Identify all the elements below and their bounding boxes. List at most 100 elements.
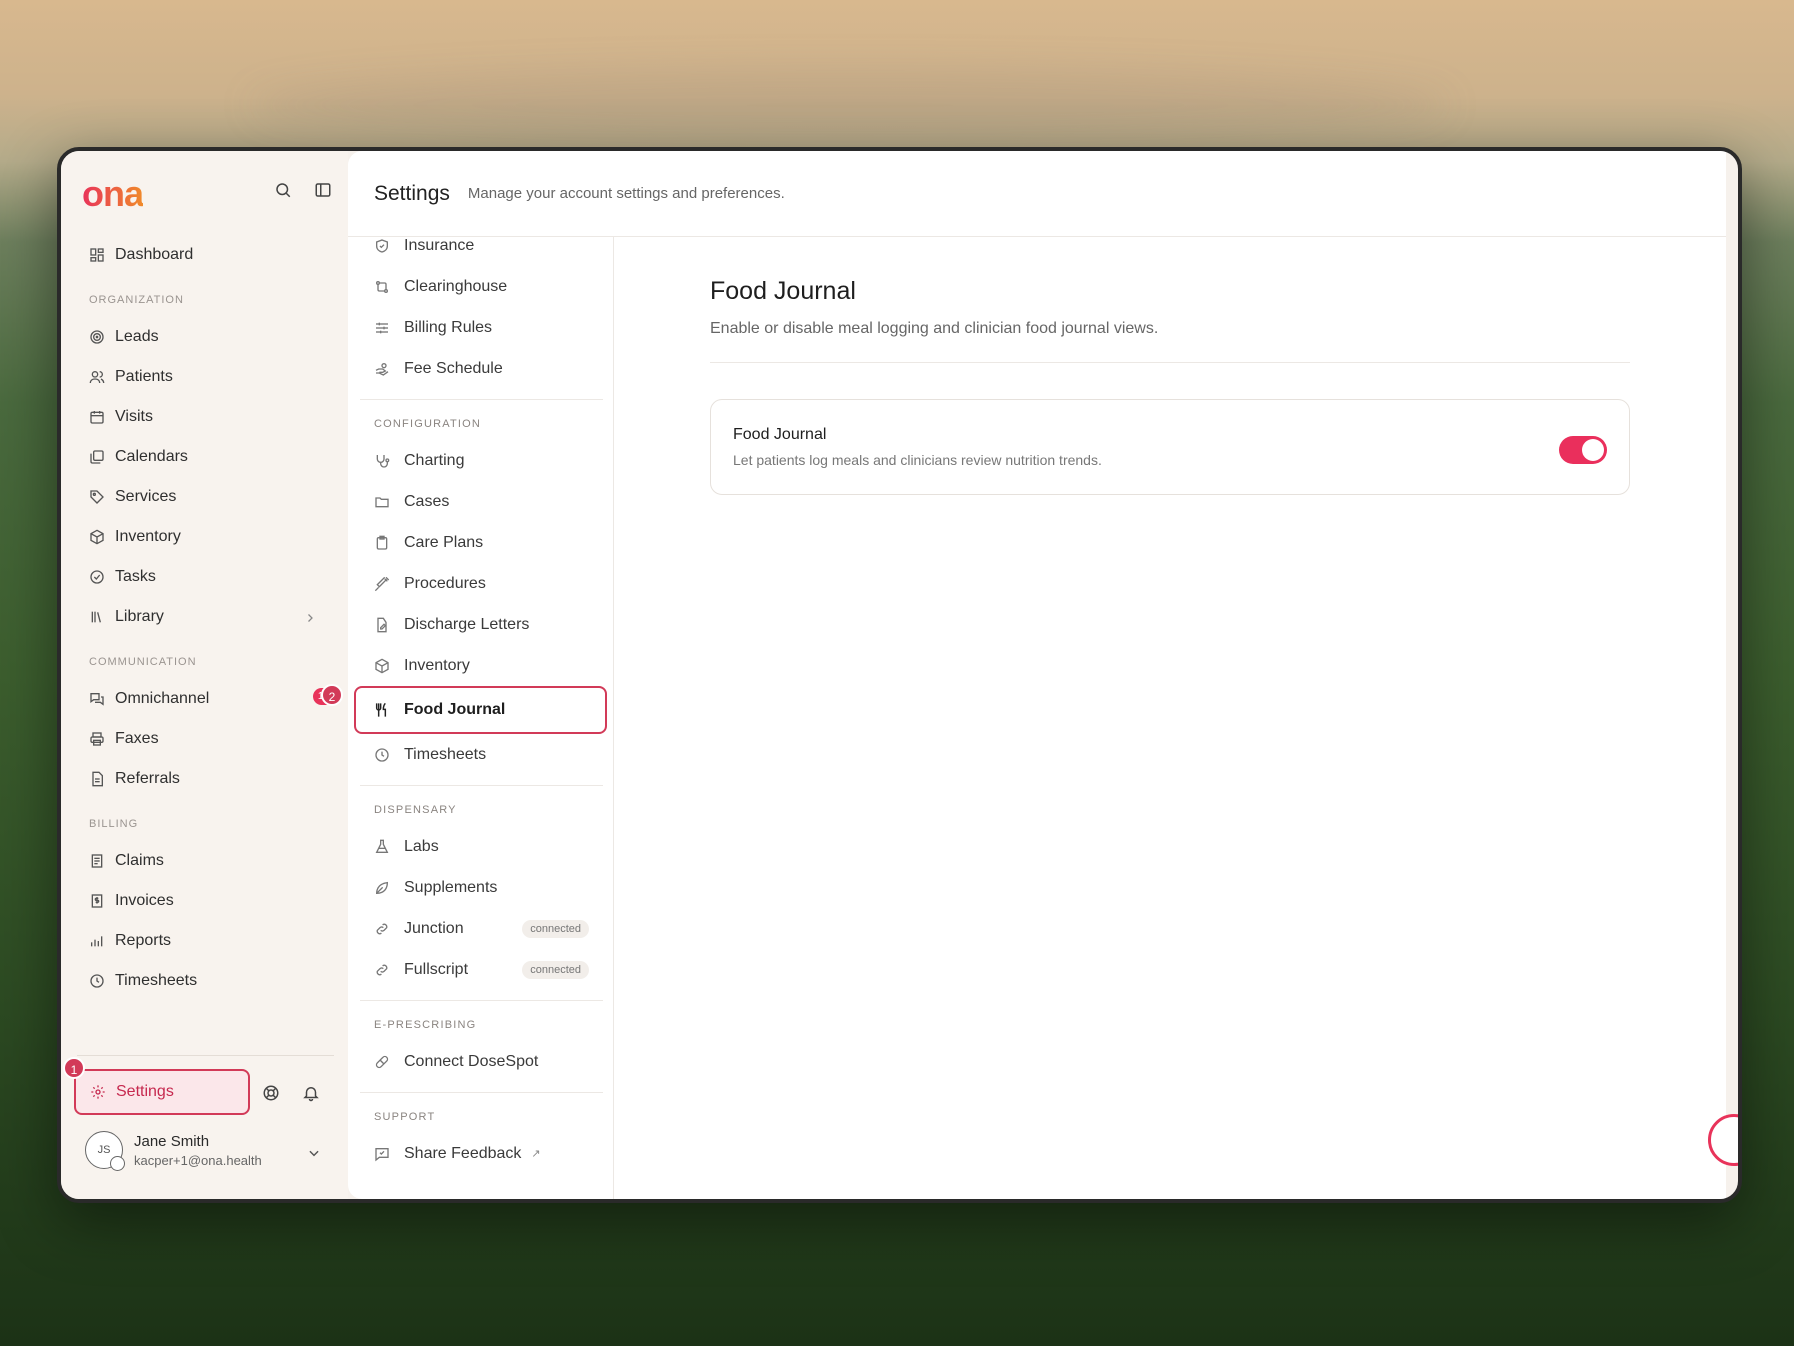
receipt-icon bbox=[89, 853, 105, 869]
food-journal-toggle[interactable] bbox=[1559, 436, 1607, 464]
subnav-label: Connect DoseSpot bbox=[404, 1052, 539, 1070]
document-icon bbox=[89, 771, 105, 787]
sidebar-item-faxes[interactable]: Faxes bbox=[77, 719, 338, 759]
section-communication: COMMUNICATION bbox=[89, 656, 197, 668]
calendars-icon bbox=[89, 449, 105, 465]
connected-badge: connected bbox=[522, 960, 589, 979]
feedback-icon bbox=[374, 1146, 390, 1162]
sidebar-item-calendars[interactable]: Calendars bbox=[77, 437, 338, 477]
subnav-label: Supplements bbox=[404, 878, 498, 896]
sidebar-item-inventory[interactable]: Inventory bbox=[77, 517, 338, 557]
sliders-icon bbox=[374, 320, 390, 336]
subnav-item-share-feedback[interactable]: Share Feedback ↗ bbox=[348, 1133, 613, 1174]
sidebar-item-referrals[interactable]: Referrals bbox=[77, 759, 338, 799]
card-description: Let patients log meals and clinicians re… bbox=[733, 452, 1102, 468]
folder-icon bbox=[374, 494, 390, 510]
subnav-item-discharge-letters[interactable]: Discharge Letters bbox=[348, 604, 613, 645]
sidebar-item-label: Patients bbox=[115, 368, 173, 385]
leaf-icon bbox=[374, 880, 390, 896]
box-icon bbox=[89, 529, 105, 545]
main-panel: Settings Manage your account settings an… bbox=[348, 151, 1726, 1199]
tag-icon bbox=[89, 489, 105, 505]
section-description: Enable or disable meal logging and clini… bbox=[710, 320, 1159, 337]
subnav-item-procedures[interactable]: Procedures bbox=[348, 563, 613, 604]
subnav-label: Timesheets bbox=[404, 745, 487, 763]
subnav-item-fullscript[interactable]: Fullscript connected bbox=[348, 949, 613, 990]
subnav-item-timesheets[interactable]: Timesheets bbox=[348, 734, 613, 775]
sidebar-item-visits[interactable]: Visits bbox=[77, 397, 338, 437]
gear-icon bbox=[90, 1084, 106, 1100]
subnav-item-supplements[interactable]: Supplements bbox=[348, 867, 613, 908]
sidebar-item-label: Calendars bbox=[115, 448, 188, 465]
subnav-item-cases[interactable]: Cases bbox=[348, 481, 613, 522]
clipboard-icon bbox=[374, 535, 390, 551]
sidebar-item-tasks[interactable]: Tasks bbox=[77, 557, 338, 597]
step-marker-2-subnav: 2 bbox=[321, 684, 343, 706]
flask-icon bbox=[374, 839, 390, 855]
sidebar-item-label: Leads bbox=[115, 328, 159, 345]
file-edit-icon bbox=[374, 617, 390, 633]
sidebar-item-label: Claims bbox=[115, 852, 164, 869]
status-clock-icon bbox=[110, 1156, 125, 1171]
bell-icon[interactable] bbox=[302, 1084, 320, 1102]
subnav-item-labs[interactable]: Labs bbox=[348, 826, 613, 867]
sidebar-item-omnichannel[interactable]: Omnichannel 13 bbox=[77, 679, 338, 719]
subnav-item-clearinghouse[interactable]: Clearinghouse bbox=[348, 266, 613, 307]
subnav-item-charting[interactable]: Charting bbox=[348, 440, 613, 481]
page-subtitle: Manage your account settings and prefere… bbox=[467, 185, 785, 202]
settings-button[interactable]: Settings bbox=[74, 1069, 250, 1115]
sidebar-item-reports[interactable]: Reports bbox=[77, 921, 338, 961]
sidebar-item-timesheets[interactable]: Timesheets bbox=[77, 961, 338, 1001]
subnav-label: Care Plans bbox=[404, 533, 484, 551]
step-marker-1: 1 bbox=[63, 1057, 85, 1079]
subnav-item-food-journal[interactable]: Food Journal bbox=[354, 686, 607, 734]
help-lifebuoy-icon[interactable] bbox=[262, 1084, 280, 1102]
subnav-label: Discharge Letters bbox=[404, 615, 530, 633]
sidebar-item-label: Faxes bbox=[115, 730, 159, 747]
subnav-label: Inventory bbox=[404, 656, 470, 674]
sidebar-item-invoices[interactable]: Invoices bbox=[77, 881, 338, 921]
subnav-section-eprescribing: E-PRESCRIBING bbox=[374, 1019, 477, 1031]
sidebar-item-label: Tasks bbox=[115, 568, 156, 585]
page-title: Settings bbox=[374, 181, 450, 205]
sidebar-item-label: Dashboard bbox=[115, 246, 194, 263]
subnav-label: Billing Rules bbox=[404, 318, 493, 336]
subnav-item-billing-rules[interactable]: Billing Rules bbox=[348, 307, 613, 348]
subnav-item-junction[interactable]: Junction connected bbox=[348, 908, 613, 949]
settings-subnav: Insurance Clearinghouse Billing Rules Fe… bbox=[348, 237, 614, 1199]
sidebar-item-label: Timesheets bbox=[115, 972, 198, 989]
ona-logo[interactable]: ona bbox=[82, 173, 144, 215]
user-menu[interactable]: JS Jane Smith kacper+1@ona.health bbox=[85, 1131, 262, 1171]
subnav-item-fee-schedule[interactable]: Fee Schedule bbox=[348, 348, 613, 389]
sidebar-item-library[interactable]: Library bbox=[77, 597, 338, 637]
invoice-icon bbox=[89, 893, 105, 909]
subnav-label: Fullscript bbox=[404, 960, 469, 978]
chevron-down-icon[interactable] bbox=[307, 1146, 321, 1160]
sidebar-item-services[interactable]: Services bbox=[77, 477, 338, 517]
sidebar-item-patients[interactable]: Patients bbox=[77, 357, 338, 397]
sidebar-item-label: Reports bbox=[115, 932, 172, 949]
link-icon bbox=[374, 921, 390, 937]
search-icon[interactable] bbox=[274, 181, 292, 199]
subnav-item-care-plans[interactable]: Care Plans bbox=[348, 522, 613, 563]
connected-badge: connected bbox=[522, 919, 589, 938]
subnav-item-inventory[interactable]: Inventory bbox=[348, 645, 613, 686]
sidebar-item-leads[interactable]: Leads bbox=[77, 317, 338, 357]
subnav-item-connect-dosespot[interactable]: Connect DoseSpot bbox=[348, 1041, 613, 1082]
subnav-label: Share Feedback bbox=[404, 1144, 522, 1162]
clock-icon bbox=[89, 973, 105, 989]
sidebar-item-claims[interactable]: Claims bbox=[77, 841, 338, 881]
sidebar-toggle-icon[interactable] bbox=[314, 181, 332, 199]
sidebar-item-dashboard[interactable]: Dashboard bbox=[77, 235, 338, 275]
users-icon bbox=[89, 369, 105, 385]
external-link-icon: ↗ bbox=[531, 1148, 541, 1160]
subnav-item-insurance[interactable]: Insurance bbox=[348, 237, 613, 266]
check-circle-icon bbox=[89, 569, 105, 585]
hand-coins-icon bbox=[374, 361, 390, 377]
settings-label: Settings bbox=[116, 1083, 174, 1100]
avatar: JS bbox=[85, 1131, 125, 1171]
section-organization: ORGANIZATION bbox=[89, 294, 184, 306]
app-window: ona Dashboard ORGANIZATION Leads Patient… bbox=[57, 147, 1742, 1203]
subnav-label: Junction bbox=[404, 919, 464, 937]
content-area: Food Journal Enable or disable meal logg… bbox=[710, 237, 1630, 495]
